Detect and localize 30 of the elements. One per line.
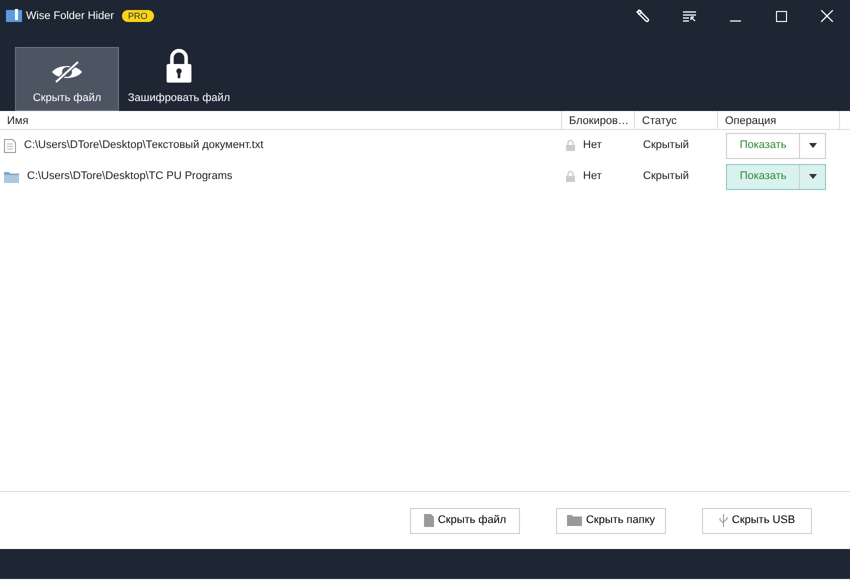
lock-status: Нет — [583, 169, 602, 184]
folder-icon — [4, 170, 19, 182]
lock-icon — [566, 140, 575, 151]
app-logo-icon — [6, 9, 22, 23]
file-path: C:\Users\DTore\Desktop\Текстовый документ.txt — [24, 138, 264, 154]
window-title: Wise Folder Hider — [26, 8, 114, 24]
status-text: Скрытый — [643, 139, 689, 152]
document-icon — [4, 138, 16, 152]
pro-badge: PRO — [122, 10, 154, 22]
hide-button[interactable]: Скрыть USB — [702, 508, 812, 534]
column-header[interactable]: Статус — [635, 111, 718, 129]
folder-icon — [566, 515, 582, 526]
caret-icon — [808, 142, 817, 148]
column-header[interactable]: Операция — [718, 111, 840, 129]
column-header[interactable]: Имя — [0, 111, 562, 129]
split-button[interactable]: Показать — [726, 164, 826, 190]
hidden-eye-icon — [50, 60, 84, 84]
lock-icon — [566, 171, 575, 182]
lock-status: Нет — [583, 138, 602, 154]
split-button[interactable]: Показать — [726, 132, 826, 158]
status-text: Скрытый — [643, 170, 689, 182]
toolbar-tab[interactable]: Зашифровать файл — [119, 47, 239, 111]
toolbar-tab[interactable]: Скрыть файл — [15, 47, 119, 111]
usb-icon — [718, 514, 728, 527]
hide-button[interactable]: Скрыть папку — [556, 508, 666, 534]
hide-button[interactable]: Скрыть файл — [410, 508, 520, 534]
file-path: C:\Users\DTore\Desktop\TC PU Programs — [27, 169, 232, 184]
file-icon — [424, 514, 434, 527]
caret-icon — [808, 174, 817, 179]
column-header[interactable]: Блокиров… — [562, 111, 635, 129]
